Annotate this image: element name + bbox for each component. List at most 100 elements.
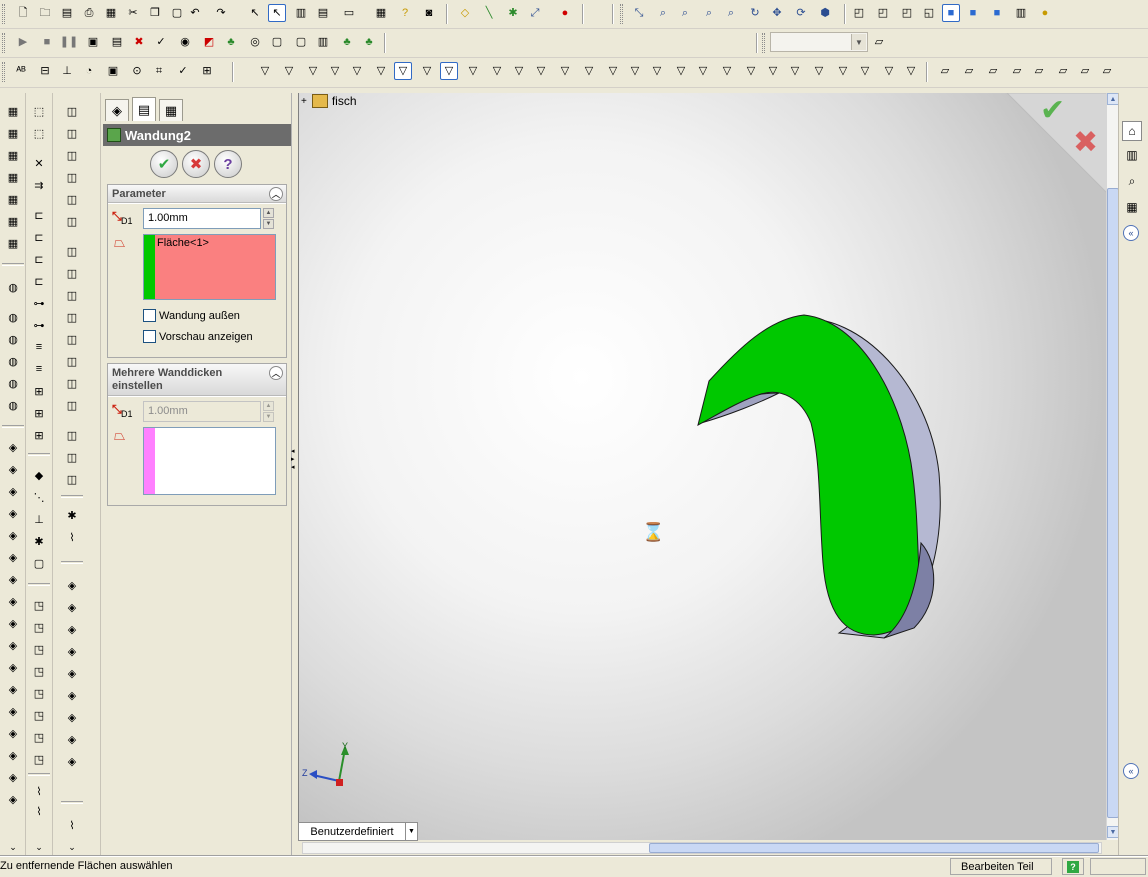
panel-splitter-handle[interactable]: ◂ ▸ ◂ [291, 448, 296, 474]
checkbox-box[interactable] [143, 309, 156, 322]
datum-icon[interactable]: ⊙ [128, 62, 146, 80]
chevron-down-icon[interactable]: ⌄ [30, 839, 48, 855]
copy-icon[interactable]: ❐ [146, 4, 164, 22]
part-feature-icon[interactable]: ◈ [63, 599, 81, 615]
save-icon[interactable]: ▤ [58, 4, 76, 22]
part-feature-icon[interactable]: ◫ [63, 287, 81, 303]
toolbar-grip[interactable] [762, 33, 765, 53]
macro-new-icon[interactable]: ✖ [130, 33, 148, 51]
spin-up-icon[interactable]: ▲ [263, 208, 274, 218]
sketch-icon[interactable]: ◇ [456, 4, 474, 22]
filter-icon[interactable]: ▽ [256, 62, 274, 80]
feature-icon[interactable]: ◍ [4, 279, 22, 295]
model-body[interactable] [697, 314, 941, 639]
feature-manager-tab[interactable]: ◈ [105, 99, 129, 121]
part-feature-icon[interactable]: ◫ [63, 147, 81, 163]
pause-icon[interactable]: ❚❚ [60, 33, 78, 51]
part-feature-icon[interactable]: ◫ [63, 169, 81, 185]
filter-faces-icon[interactable]: ▽ [280, 62, 298, 80]
sketch-tool-icon[interactable]: ⊞ [30, 427, 48, 443]
table-icon[interactable]: ▦ [4, 213, 22, 229]
part-feature-icon[interactable]: ◈ [63, 731, 81, 747]
macro-stop-icon[interactable]: ◉ [176, 33, 194, 51]
part-feature-icon[interactable]: ◈ [63, 709, 81, 725]
paste-icon[interactable]: ▢ [168, 4, 186, 22]
macro-run-icon[interactable]: ✓ [152, 33, 170, 51]
part-feature-icon[interactable]: ◫ [63, 397, 81, 413]
filter-r-icon[interactable]: ▽ [880, 62, 898, 80]
part-feature-icon[interactable]: ◈ [63, 665, 81, 681]
surface-icon[interactable]: ◈ [4, 549, 22, 565]
weld-icon[interactable]: ▣ [104, 62, 122, 80]
filter-axes-icon[interactable]: ▽ [372, 62, 390, 80]
stop-icon[interactable]: ■ [38, 33, 56, 51]
library-icon[interactable]: ▥ [1122, 145, 1142, 165]
surface-icon[interactable]: ◈ [4, 439, 22, 455]
part-feature-icon[interactable]: ◈ [63, 621, 81, 637]
weldment-icon[interactable]: ⊥ [30, 511, 48, 527]
note-icon[interactable]: ⊥ [58, 62, 76, 80]
toolbar-grip[interactable] [2, 4, 5, 24]
collapse-icon[interactable]: ︿ [269, 187, 283, 201]
redo-icon[interactable]: ↷ [212, 4, 230, 22]
undo-icon[interactable]: ↶ [186, 4, 204, 22]
part-feature-icon[interactable]: ◫ [63, 309, 81, 325]
macro-e-icon[interactable]: ♣ [338, 33, 356, 51]
shaded-edges-icon[interactable]: ◱ [920, 4, 938, 22]
macro-b-icon[interactable]: ▢ [268, 33, 286, 51]
macro-record-icon[interactable]: ◩ [200, 33, 218, 51]
multi-thickness-faces-list[interactable] [143, 427, 276, 495]
part-feature-icon[interactable]: ◈ [63, 753, 81, 769]
smart-dimension-icon[interactable]: ⤢ [526, 4, 544, 22]
thickness-spinner[interactable]: ▲ ▼ [263, 208, 274, 229]
part-feature-icon[interactable]: ⌇ [63, 529, 81, 545]
part-feature-icon[interactable]: ⌇ [63, 817, 81, 833]
solid-icon[interactable]: ◳ [30, 707, 48, 723]
ok-button[interactable]: ✔ [150, 150, 178, 178]
table-icon[interactable]: ▦ [4, 169, 22, 185]
surface-icon[interactable]: ◈ [4, 615, 22, 631]
toolbar-grip[interactable] [2, 33, 5, 53]
balloon-icon[interactable]: ◔ [80, 62, 98, 80]
table-icon[interactable]: ▦ [4, 147, 22, 163]
cut-icon[interactable]: ✂ [124, 4, 142, 22]
zoom-area-icon[interactable]: ⌕ [654, 4, 672, 22]
part-feature-icon[interactable]: ◫ [63, 243, 81, 259]
filter-k-icon[interactable]: ▽ [718, 62, 736, 80]
sketch-tool-icon[interactable]: ⬚ [30, 103, 48, 119]
surface-icon[interactable]: ◈ [4, 659, 22, 675]
table-icon[interactable]: ▦ [4, 103, 22, 119]
toolbar-grip[interactable] [620, 4, 623, 24]
solid-icon[interactable]: ◳ [30, 641, 48, 657]
spin-down-icon[interactable]: ▼ [263, 219, 274, 229]
sketch-tool-icon[interactable]: ⊶ [30, 317, 48, 333]
checkbox-box[interactable] [143, 330, 156, 343]
home-icon[interactable]: ⌂ [1122, 121, 1142, 141]
shaded-icon[interactable]: ■ [942, 4, 960, 22]
feature-icon[interactable]: ◍ [4, 353, 22, 369]
appearance-icon[interactable]: ● [1036, 4, 1054, 22]
zoom-to-fit-icon[interactable]: ⤡ [630, 4, 648, 22]
sketch-tool-icon[interactable]: ⊏ [30, 251, 48, 267]
spell-icon[interactable]: ᴬᴮ [12, 62, 30, 80]
feature-icon[interactable]: ◍ [4, 309, 22, 325]
feature-icon[interactable]: ◍ [4, 375, 22, 391]
filter-d-icon[interactable]: ▽ [556, 62, 574, 80]
filter-m-icon[interactable]: ▽ [764, 62, 782, 80]
macro-tool-icon[interactable]: ♣ [222, 33, 240, 51]
shell-outward-checkbox[interactable]: Wandung außen [143, 309, 240, 322]
sketch-tool-icon[interactable]: ⊞ [30, 383, 48, 399]
toolbar-grip[interactable] [2, 62, 5, 82]
collapse-task-pane-icon[interactable]: « [1123, 763, 1139, 779]
filter-dims-icon[interactable]: ▽ [440, 62, 458, 80]
surface-icon[interactable]: ◈ [4, 681, 22, 697]
part-feature-icon[interactable]: ◫ [63, 103, 81, 119]
offset-icon[interactable]: ⇉ [30, 177, 48, 193]
layer-e-icon[interactable]: ▱ [1030, 62, 1048, 80]
configuration-manager-tab[interactable]: ▦ [159, 99, 183, 121]
filter-g-icon[interactable]: ▽ [626, 62, 644, 80]
part-feature-icon[interactable]: ◈ [63, 643, 81, 659]
macro-icon[interactable]: ▣ [84, 33, 102, 51]
solid-icon[interactable]: ◳ [30, 597, 48, 613]
weldment-icon[interactable]: ⋱ [30, 489, 48, 505]
